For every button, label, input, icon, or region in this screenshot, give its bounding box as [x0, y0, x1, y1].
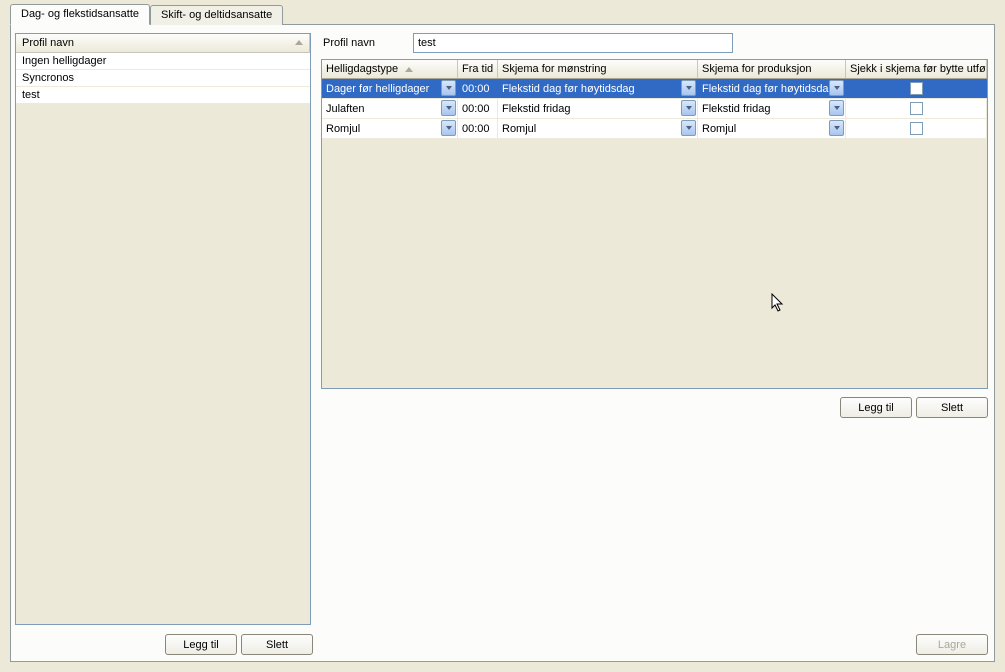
add-row-button[interactable]: Legg til: [840, 397, 912, 418]
cell-helligdagstype[interactable]: Romjul: [322, 119, 458, 138]
column-fra-tid[interactable]: Fra tid: [458, 60, 498, 78]
cell-skjema-monstring[interactable]: Flekstid dag før høytidsdag: [498, 79, 698, 98]
column-label: Profil navn: [22, 37, 74, 49]
profil-navn-input[interactable]: [413, 33, 733, 53]
column-sjekk-skjema[interactable]: Sjekk i skjema før bytte utføres: [846, 60, 987, 78]
delete-row-button[interactable]: Slett: [916, 397, 988, 418]
list-item[interactable]: Ingen helligdager: [16, 53, 310, 70]
chevron-down-icon[interactable]: [441, 100, 456, 116]
cell-text: Flekstid fridag: [502, 103, 570, 115]
sort-asc-icon: [405, 67, 413, 72]
chevron-down-icon[interactable]: [441, 120, 456, 136]
profile-list-pane: Profil navn Ingen helligdager Syncronos …: [15, 33, 311, 625]
checkbox[interactable]: [910, 122, 923, 135]
profil-navn-row: Profil navn: [321, 33, 988, 53]
column-skjema-monstring[interactable]: Skjema for mønstring: [498, 60, 698, 78]
table-row[interactable]: Julaften 00:00 Flekstid fridag Flekstid …: [322, 99, 987, 119]
checkbox[interactable]: [910, 82, 923, 95]
cell-fra-tid[interactable]: 00:00: [458, 79, 498, 98]
left-buttons: Legg til Slett: [165, 634, 313, 655]
list-item[interactable]: test: [16, 87, 310, 104]
chevron-down-icon[interactable]: [441, 80, 456, 96]
column-helligdagstype[interactable]: Helligdagstype: [322, 60, 458, 78]
cell-skjema-monstring[interactable]: Flekstid fridag: [498, 99, 698, 118]
grid-header: Helligdagstype Fra tid Skjema for mønstr…: [322, 60, 987, 79]
cell-skjema-monstring[interactable]: Romjul: [498, 119, 698, 138]
cell-text: Flekstid dag før høytidsdag: [702, 83, 835, 95]
delete-profile-button[interactable]: Slett: [241, 634, 313, 655]
cell-text: Romjul: [326, 123, 360, 135]
tab-dag-flekstid[interactable]: Dag- og flekstidsansatte: [10, 4, 150, 25]
grid-body: Dager før helligdager 00:00 Flekstid dag…: [322, 79, 987, 139]
chevron-down-icon[interactable]: [829, 80, 844, 96]
chevron-down-icon[interactable]: [829, 100, 844, 116]
tab-skift-deltid[interactable]: Skift- og deltidsansatte: [150, 5, 283, 25]
cell-sjekk[interactable]: [846, 119, 987, 138]
cell-text: Julaften: [326, 103, 365, 115]
chevron-down-icon[interactable]: [681, 80, 696, 96]
cell-text: Flekstid dag før høytidsdag: [502, 83, 635, 95]
right-buttons: Legg til Slett: [840, 397, 988, 418]
cell-fra-tid[interactable]: 00:00: [458, 99, 498, 118]
sort-asc-icon: [295, 40, 303, 45]
table-row[interactable]: Dager før helligdager 00:00 Flekstid dag…: [322, 79, 987, 99]
checkbox[interactable]: [910, 102, 923, 115]
cell-fra-tid[interactable]: 00:00: [458, 119, 498, 138]
column-profil-navn[interactable]: Profil navn: [16, 34, 310, 52]
cell-text: Romjul: [502, 123, 536, 135]
profil-navn-label: Profil navn: [321, 37, 413, 49]
cell-text: Dager før helligdager: [326, 83, 429, 95]
column-skjema-produksjon[interactable]: Skjema for produksjon: [698, 60, 846, 78]
chevron-down-icon[interactable]: [681, 120, 696, 136]
chevron-down-icon[interactable]: [829, 120, 844, 136]
cell-text: Flekstid fridag: [702, 103, 770, 115]
table-row[interactable]: Romjul 00:00 Romjul Romjul: [322, 119, 987, 139]
cell-skjema-produksjon[interactable]: Flekstid fridag: [698, 99, 846, 118]
cell-skjema-produksjon[interactable]: Flekstid dag før høytidsdag: [698, 79, 846, 98]
cell-sjekk[interactable]: [846, 79, 987, 98]
cell-helligdagstype[interactable]: Julaften: [322, 99, 458, 118]
chevron-down-icon[interactable]: [681, 100, 696, 116]
list-item[interactable]: Syncronos: [16, 70, 310, 87]
cell-helligdagstype[interactable]: Dager før helligdager: [322, 79, 458, 98]
save-row: Lagre: [916, 634, 988, 655]
cell-sjekk[interactable]: [846, 99, 987, 118]
tabs: Dag- og flekstidsansatte Skift- og delti…: [0, 0, 1005, 24]
right-area: Profil navn Helligdagstype Fra tid Skjem…: [321, 33, 988, 655]
save-button[interactable]: Lagre: [916, 634, 988, 655]
column-label: Helligdagstype: [326, 63, 398, 75]
profile-list[interactable]: Ingen helligdager Syncronos test: [16, 53, 310, 104]
holiday-grid: Helligdagstype Fra tid Skjema for mønstr…: [321, 59, 988, 389]
cell-text: Romjul: [702, 123, 736, 135]
tab-panel: Profil navn Ingen helligdager Syncronos …: [10, 24, 995, 662]
profile-list-header[interactable]: Profil navn: [16, 34, 310, 53]
add-profile-button[interactable]: Legg til: [165, 634, 237, 655]
cell-skjema-produksjon[interactable]: Romjul: [698, 119, 846, 138]
